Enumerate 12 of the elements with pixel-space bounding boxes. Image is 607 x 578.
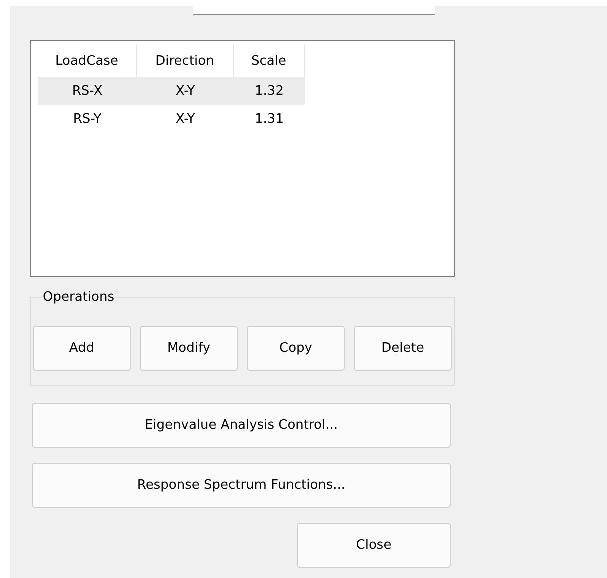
close-button[interactable]: Close <box>297 523 451 568</box>
dialog-button[interactable]: Eigenvalue Analysis Control... <box>32 403 451 448</box>
operation-button[interactable]: Delete <box>354 326 452 371</box>
dialog-button[interactable]: Response Spectrum Functions... <box>32 463 451 508</box>
table-cell[interactable]: 1.32 <box>234 77 305 105</box>
operation-button[interactable]: Add <box>33 326 131 371</box>
load-case-list[interactable]: LoadCase Direction Scale RS-X X-Y 1.32 RS-Y X-Y 1.31 <box>30 40 455 277</box>
operation-button[interactable]: Copy <box>247 326 345 371</box>
group-title: Operations <box>42 290 116 305</box>
table-cell[interactable]: RS-X <box>38 77 137 105</box>
table-cell[interactable]: X-Y <box>137 77 234 105</box>
operation-button[interactable]: Modify <box>140 326 238 371</box>
